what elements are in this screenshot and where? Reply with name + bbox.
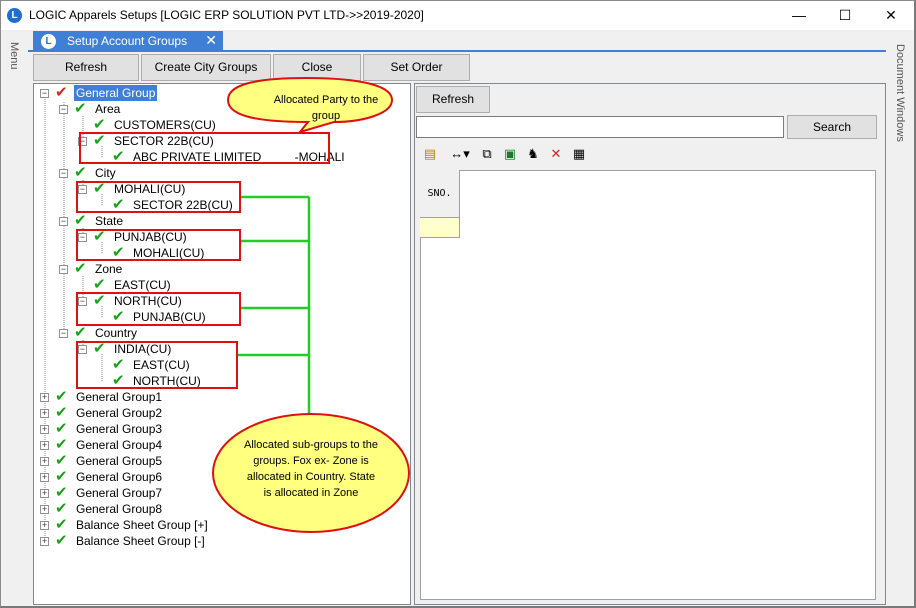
- checkmark-icon[interactable]: ✔: [93, 277, 106, 293]
- tree-node-label: General Group3: [76, 422, 163, 436]
- callout-allocated-party: Allocated Party to the group: [273, 94, 379, 122]
- title-bar[interactable]: L LOGIC Apparels Setups [LOGIC ERP SOLUT…: [1, 1, 914, 30]
- tree-node-label: General Group4: [76, 438, 163, 452]
- tree-node-label: Balance Sheet Group [+]: [76, 518, 208, 532]
- find-icon[interactable]: ♞: [524, 146, 542, 162]
- checkmark-icon[interactable]: ✔: [93, 117, 106, 133]
- tab-logo-icon: L: [41, 34, 56, 49]
- expand-toggle-icon[interactable]: +: [40, 393, 49, 402]
- close-button[interactable]: Close: [273, 54, 361, 81]
- checkmark-icon[interactable]: ✔: [55, 421, 68, 437]
- menu-rail-label[interactable]: Menu: [8, 42, 20, 70]
- collapse-toggle-icon[interactable]: −: [59, 217, 68, 226]
- expand-toggle-icon[interactable]: +: [40, 505, 49, 514]
- document-windows-rail[interactable]: Document Windows: [886, 30, 914, 606]
- collapse-toggle-icon[interactable]: −: [59, 265, 68, 274]
- tree-node-label: Zone: [95, 262, 123, 276]
- checkmark-icon[interactable]: ✔: [74, 325, 87, 341]
- maximize-button[interactable]: ☐: [822, 1, 868, 30]
- app-logo-icon: L: [7, 8, 22, 23]
- export-icon[interactable]: ▤: [421, 146, 439, 162]
- search-button[interactable]: Search: [787, 115, 877, 139]
- tree-node-label: Country: [95, 326, 138, 340]
- checkmark-icon[interactable]: ✔: [55, 469, 68, 485]
- annotation-box-city: [76, 181, 241, 213]
- tree-node-label: EAST(CU): [114, 278, 171, 292]
- checkmark-icon[interactable]: ✔: [55, 389, 68, 405]
- tree-node-label: General Group6: [76, 470, 163, 484]
- tab-close-icon[interactable]: ✕: [205, 32, 217, 49]
- checkmark-icon[interactable]: ✔: [55, 85, 68, 101]
- minimize-button[interactable]: —: [776, 1, 822, 30]
- expand-toggle-icon[interactable]: +: [40, 409, 49, 418]
- tree-node-label: General Group5: [76, 454, 163, 468]
- grid-cell[interactable]: [420, 218, 460, 238]
- copy-icon[interactable]: ⧉: [478, 146, 496, 162]
- checkmark-icon[interactable]: ✔: [74, 165, 87, 181]
- tree-node-label: General Group7: [76, 486, 163, 500]
- tree-node-label: General Group2: [76, 406, 163, 420]
- tree-node-label: CUSTOMERS(CU): [114, 118, 216, 132]
- column-resize-icon[interactable]: ↔▾: [447, 146, 473, 162]
- data-grid[interactable]: [420, 170, 876, 600]
- excel-icon[interactable]: ▣: [501, 146, 519, 162]
- close-window-button[interactable]: ✕: [868, 1, 914, 30]
- callout-allocated-subgroups: Allocated sub-groups to the groups. Fox …: [244, 439, 378, 499]
- annotation-box-country: [76, 341, 238, 389]
- set-order-button[interactable]: Set Order: [363, 54, 470, 81]
- tab-label: Setup Account Groups: [67, 34, 188, 48]
- checkmark-icon[interactable]: ✔: [74, 261, 87, 277]
- checkmark-icon[interactable]: ✔: [74, 213, 87, 229]
- tree-node-label: General Group8: [76, 502, 163, 516]
- checkmark-icon[interactable]: ✔: [55, 453, 68, 469]
- checkmark-icon[interactable]: ✔: [55, 485, 68, 501]
- collapse-toggle-icon[interactable]: −: [59, 105, 68, 114]
- checkmark-icon[interactable]: ✔: [55, 533, 68, 549]
- tree-node-label: General Group1: [76, 390, 163, 404]
- tab-setup-account-groups[interactable]: L Setup Account Groups ✕: [33, 31, 223, 52]
- grid-header-sno[interactable]: SNO.: [420, 170, 460, 218]
- delete-icon[interactable]: ✕: [547, 146, 565, 162]
- checkmark-icon[interactable]: ✔: [74, 101, 87, 117]
- annotation-box-state: [76, 229, 241, 261]
- checkmark-icon[interactable]: ✔: [55, 501, 68, 517]
- tree-node-label: General Group: [74, 85, 158, 101]
- window-title: LOGIC Apparels Setups [LOGIC ERP SOLUTIO…: [29, 8, 424, 22]
- collapse-toggle-icon[interactable]: −: [59, 169, 68, 178]
- expand-toggle-icon[interactable]: +: [40, 425, 49, 434]
- expand-toggle-icon[interactable]: +: [40, 537, 49, 546]
- checkmark-icon[interactable]: ✔: [55, 517, 68, 533]
- tree-node-label: Area: [95, 102, 121, 116]
- collapse-toggle-icon[interactable]: −: [40, 89, 49, 98]
- refresh-button[interactable]: Refresh: [33, 54, 139, 81]
- expand-toggle-icon[interactable]: +: [40, 441, 49, 450]
- grid-icon[interactable]: ▦: [570, 146, 588, 162]
- expand-toggle-icon[interactable]: +: [40, 473, 49, 482]
- tab-strip: L Setup Account Groups ✕: [28, 30, 886, 52]
- expand-toggle-icon[interactable]: +: [40, 521, 49, 530]
- expand-toggle-icon[interactable]: +: [40, 489, 49, 498]
- collapse-toggle-icon[interactable]: −: [59, 329, 68, 338]
- menu-rail[interactable]: Menu: [1, 30, 28, 606]
- tree-node-label: State: [95, 214, 124, 228]
- checkmark-icon[interactable]: ✔: [55, 437, 68, 453]
- right-refresh-button[interactable]: Refresh: [416, 86, 490, 113]
- annotation-box-zone: [76, 292, 241, 326]
- checkmark-icon[interactable]: ✔: [55, 405, 68, 421]
- tree-node-label: City: [95, 166, 116, 180]
- create-city-groups-button[interactable]: Create City Groups: [141, 54, 271, 81]
- annotation-box-party: [79, 132, 330, 164]
- tree-node-label: Balance Sheet Group [-]: [76, 534, 205, 548]
- search-input[interactable]: [416, 116, 784, 138]
- expand-toggle-icon[interactable]: +: [40, 457, 49, 466]
- document-windows-label[interactable]: Document Windows: [894, 44, 906, 142]
